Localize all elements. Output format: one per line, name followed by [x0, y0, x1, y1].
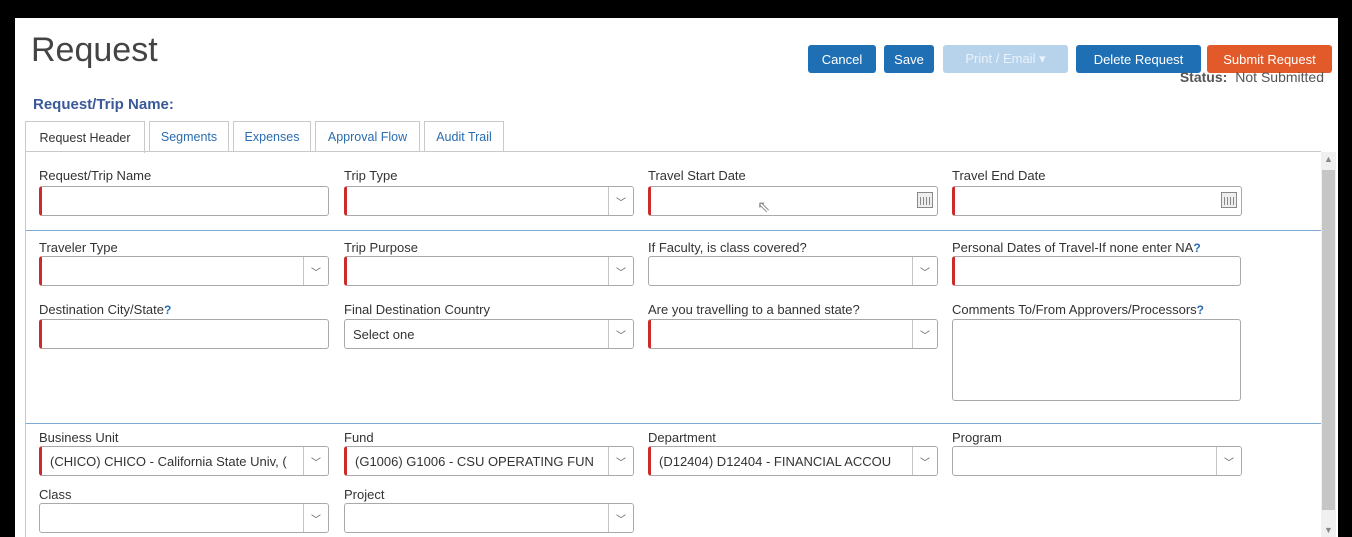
scroll-up-icon[interactable]: ▲	[1324, 154, 1333, 164]
request-window: Request Cancel Save Print / Email ▾ Dele…	[15, 18, 1338, 537]
scrollbar[interactable]: ▲ ▼	[1321, 152, 1336, 537]
status-value: Not Submitted	[1235, 69, 1324, 85]
faculty-class-covered-select[interactable]: ﹀	[648, 256, 938, 286]
tab-audit-trail[interactable]: Audit Trail	[424, 121, 504, 151]
traveler-type-label: Traveler Type	[39, 240, 118, 255]
request-trip-name-input[interactable]	[39, 186, 329, 216]
chevron-down-icon[interactable]: ﹀	[303, 257, 328, 285]
request-trip-name-label: Request/Trip Name	[39, 168, 152, 183]
trip-name-heading: Request/Trip Name:	[33, 96, 174, 113]
print-email-button[interactable]: Print / Email ▾	[943, 45, 1068, 73]
help-icon[interactable]: ?	[1193, 241, 1200, 255]
final-destination-country-select[interactable]: Select one ﹀	[344, 319, 634, 349]
class-select[interactable]: ﹀	[39, 503, 329, 533]
trip-purpose-select[interactable]: ﹀	[344, 256, 634, 286]
chevron-down-icon[interactable]: ﹀	[608, 187, 633, 215]
destination-city-state-input[interactable]	[39, 319, 329, 349]
project-label: Project	[344, 487, 385, 502]
trip-purpose-label: Trip Purpose	[344, 240, 418, 255]
program-select[interactable]: ﹀	[952, 446, 1242, 476]
tab-expenses[interactable]: Expenses	[233, 121, 311, 151]
travel-end-date-label: Travel End Date	[952, 168, 1046, 183]
travel-end-date-input[interactable]	[952, 186, 1242, 216]
comments-label: Comments To/From Approvers/Processors?	[952, 302, 1205, 317]
banned-state-select[interactable]: ﹀	[648, 319, 938, 349]
chevron-down-icon[interactable]: ﹀	[608, 257, 633, 285]
trip-type-label: Trip Type	[344, 168, 398, 183]
tab-bar: Request Header Segments Expenses Approva…	[25, 121, 508, 153]
project-select[interactable]: ﹀	[344, 503, 634, 533]
chevron-down-icon[interactable]: ﹀	[303, 504, 328, 532]
help-icon[interactable]: ?	[164, 303, 171, 317]
tab-approval-flow[interactable]: Approval Flow	[315, 121, 420, 151]
faculty-class-covered-label: If Faculty, is class covered?	[648, 240, 807, 255]
help-icon[interactable]: ?	[1197, 303, 1204, 317]
business-unit-select[interactable]: (CHICO) CHICO - California State Univ, (…	[39, 446, 329, 476]
scroll-thumb[interactable]	[1322, 170, 1335, 510]
department-label: Department	[648, 430, 716, 445]
chevron-down-icon[interactable]: ﹀	[608, 447, 633, 475]
save-button[interactable]: Save	[884, 45, 934, 73]
scroll-down-icon[interactable]: ▼	[1324, 525, 1333, 535]
chevron-down-icon[interactable]: ﹀	[303, 447, 328, 475]
page-title: Request	[31, 31, 158, 69]
status-label: Status:	[1179, 69, 1228, 85]
department-select[interactable]: (D12404) D12404 - FINANCIAL ACCOU ﹀	[648, 446, 938, 476]
trip-type-select[interactable]: ﹀	[344, 186, 634, 216]
class-label: Class	[39, 487, 72, 502]
chevron-down-icon[interactable]: ﹀	[608, 504, 633, 532]
personal-dates-input[interactable]	[952, 256, 1241, 286]
mouse-cursor-icon: ⇖	[757, 199, 771, 216]
fund-select[interactable]: (G1006) G1006 - CSU OPERATING FUN ﹀	[344, 446, 634, 476]
fund-label: Fund	[344, 430, 374, 445]
destination-city-state-label: Destination City/State?	[39, 302, 172, 317]
personal-dates-label: Personal Dates of Travel-If none enter N…	[952, 240, 1201, 255]
calendar-icon[interactable]	[1221, 192, 1237, 208]
chevron-down-icon[interactable]: ﹀	[912, 320, 937, 348]
banned-state-label: Are you travelling to a banned state?	[648, 302, 860, 317]
status: Status: Not Submitted	[1180, 69, 1324, 85]
business-unit-label: Business Unit	[39, 430, 119, 445]
program-label: Program	[952, 430, 1002, 445]
traveler-type-select[interactable]: ﹀	[39, 256, 329, 286]
chevron-down-icon[interactable]: ﹀	[912, 447, 937, 475]
chevron-down-icon[interactable]: ﹀	[912, 257, 937, 285]
section-divider	[26, 423, 1321, 424]
travel-start-date-input[interactable]	[648, 186, 938, 216]
final-destination-country-label: Final Destination Country	[344, 302, 490, 317]
comments-textarea[interactable]	[952, 319, 1241, 401]
chevron-down-icon[interactable]: ﹀	[608, 320, 633, 348]
travel-start-date-label: Travel Start Date	[648, 168, 746, 183]
tab-segments[interactable]: Segments	[149, 121, 229, 151]
cancel-button[interactable]: Cancel	[808, 45, 876, 73]
tab-request-header[interactable]: Request Header	[25, 121, 145, 153]
chevron-down-icon[interactable]: ﹀	[1216, 447, 1241, 475]
section-divider	[26, 230, 1321, 231]
calendar-icon[interactable]	[917, 192, 933, 208]
